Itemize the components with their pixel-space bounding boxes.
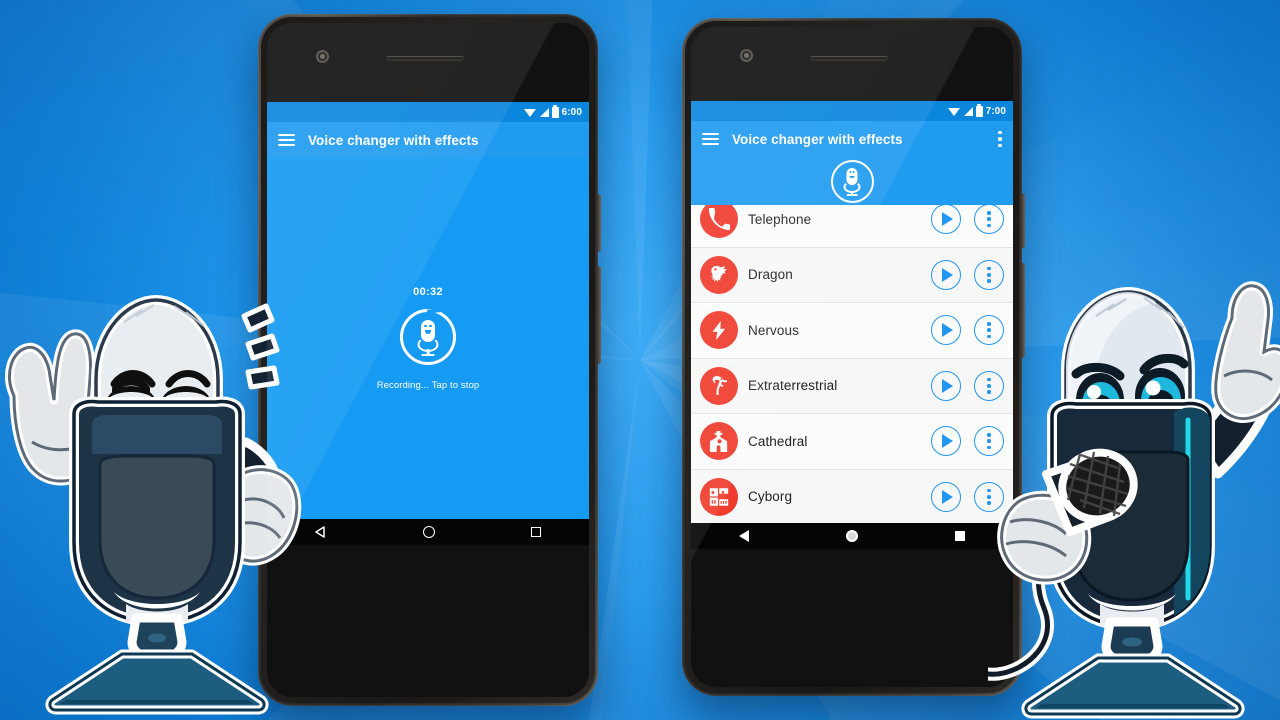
start-recording-button[interactable] (830, 159, 874, 203)
recents-square-icon[interactable] (531, 527, 541, 537)
left-nav-bar (267, 519, 589, 545)
recents-square-icon[interactable] (954, 531, 965, 541)
right-phone-screen: 7:00 Voice changer with effects Telephon… (691, 101, 1013, 549)
effect-name: Cyborg (748, 489, 793, 505)
effect-row[interactable]: Cathedral (691, 414, 1013, 470)
left-phone-proximity-sensor (411, 86, 430, 95)
effect-row[interactable]: Nervous (691, 303, 1013, 359)
right-phone-proximity-sensor (835, 85, 854, 94)
recording-page: 00:32 Recording... Tap to stop (267, 158, 589, 519)
right-phone-glass: 7:00 Voice changer with effects Telephon… (691, 27, 1013, 687)
signal-icon (539, 107, 549, 117)
alien-head-icon (700, 366, 738, 405)
left-phone-earpiece-speaker (386, 56, 464, 61)
confident-microphone-mascot (988, 278, 1280, 720)
robot-face-icon (700, 477, 738, 516)
hamburger-menu-icon[interactable] (702, 133, 719, 145)
battery-icon (975, 103, 983, 117)
effects-list[interactable]: Telephone Dragon Nervous Extraterrestrial Ca… (691, 205, 1013, 523)
left-phone-front-camera (316, 50, 329, 63)
effect-row[interactable]: Extraterrestrial (691, 358, 1013, 414)
back-triangle-icon[interactable] (739, 530, 750, 542)
kebab-menu-icon[interactable] (998, 130, 1002, 148)
happy-microphone-mascot (0, 292, 314, 720)
effect-name: Nervous (748, 322, 799, 338)
microphone-icon (843, 167, 861, 196)
effect-name: Extraterrestrial (748, 378, 838, 394)
stop-recording-button[interactable] (400, 309, 456, 365)
right-phone-device: 7:00 Voice changer with effects Telephon… (682, 18, 1025, 696)
right-status-bar: 7:00 (691, 101, 1013, 121)
hamburger-menu-icon[interactable] (278, 134, 295, 146)
effect-name: Dragon (748, 267, 793, 283)
church-icon (700, 422, 738, 461)
back-triangle-icon[interactable] (315, 526, 327, 538)
right-app-title: Voice changer with effects (732, 131, 903, 147)
wifi-icon (947, 107, 960, 116)
right-status-time: 7:00 (985, 105, 1006, 117)
left-phone-volume-button[interactable] (597, 266, 601, 364)
right-phone-power-button[interactable] (1021, 193, 1025, 248)
right-phone-front-camera (740, 49, 753, 62)
play-icon[interactable] (931, 426, 961, 457)
left-app-title: Voice changer with effects (308, 132, 479, 148)
left-phone-power-button[interactable] (597, 194, 601, 252)
wifi-icon (523, 108, 536, 117)
record-button-header (691, 157, 1013, 205)
lightning-bolt-icon (700, 311, 738, 350)
microphone-icon (417, 320, 439, 357)
play-icon[interactable] (931, 481, 961, 512)
effect-name: Cathedral (748, 433, 808, 449)
home-circle-icon[interactable] (845, 530, 858, 542)
effect-row[interactable]: Cyborg (691, 469, 1013, 523)
left-phone-screen: 6:00 Voice changer with effects 00:32 Re… (267, 102, 589, 545)
home-circle-icon[interactable] (423, 526, 435, 538)
left-app-bar: Voice changer with effects (267, 122, 589, 158)
battery-icon (551, 104, 559, 118)
right-phone-earpiece-speaker (810, 56, 888, 61)
play-icon[interactable] (931, 259, 961, 290)
left-status-time: 6:00 (561, 106, 582, 118)
right-app-bar: Voice changer with effects (691, 121, 1013, 157)
telephone-handset-icon (700, 205, 738, 239)
right-nav-bar (691, 523, 1013, 549)
dragon-head-icon (700, 255, 738, 294)
recording-status-label: Recording... Tap to stop (376, 380, 480, 391)
signal-icon (963, 106, 973, 116)
effect-row[interactable]: Telephone (691, 205, 1013, 248)
play-icon[interactable] (931, 315, 961, 346)
more-options-icon[interactable] (974, 205, 1004, 235)
recording-timer: 00:32 (413, 286, 443, 298)
play-icon[interactable] (931, 205, 961, 235)
left-phone-glass: 6:00 Voice changer with effects 00:32 Re… (267, 23, 589, 697)
effect-row[interactable]: Dragon (691, 247, 1013, 303)
left-status-bar: 6:00 (267, 102, 589, 122)
effect-name: Telephone (748, 211, 812, 227)
play-icon[interactable] (931, 370, 961, 401)
